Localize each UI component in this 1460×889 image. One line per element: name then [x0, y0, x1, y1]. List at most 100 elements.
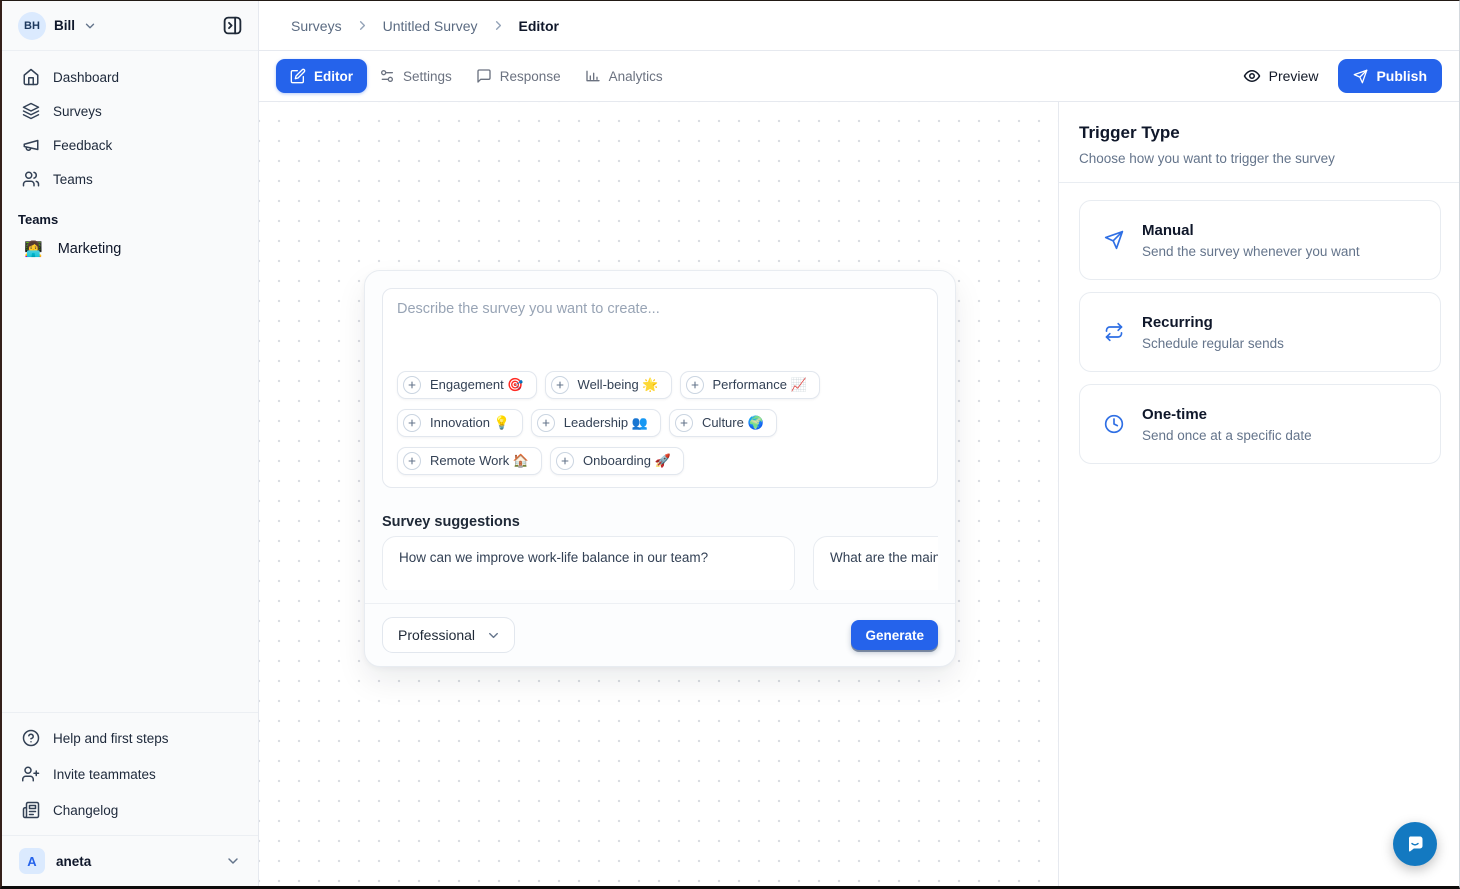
trigger-panel-header: Trigger Type Choose how you want to trig…	[1059, 102, 1459, 183]
plus-circle-icon	[675, 414, 693, 432]
generate-button[interactable]: Generate	[851, 620, 938, 650]
sidebar-item-dashboard[interactable]: Dashboard	[14, 60, 246, 94]
tab-response[interactable]: Response	[464, 59, 573, 93]
newspaper-icon	[22, 801, 40, 819]
sidebar-item-label: Help and first steps	[53, 731, 169, 746]
layers-icon	[22, 102, 40, 120]
sidebar-collapse-button[interactable]	[220, 13, 245, 38]
sidebar-item-feedback[interactable]: Feedback	[14, 128, 246, 162]
account-avatar: A	[19, 848, 45, 874]
pen-square-icon	[290, 68, 306, 84]
chip-label: Leadership 👥	[564, 415, 648, 431]
users-icon	[22, 170, 40, 188]
chevron-down-icon	[225, 853, 241, 869]
trigger-option-manual[interactable]: Manual Send the survey whenever you want	[1079, 200, 1441, 280]
composer-footer: Professional Generate	[365, 603, 955, 666]
sidebar-item-invite[interactable]: Invite teammates	[14, 756, 246, 792]
bar-chart-icon	[585, 68, 601, 84]
suggestion-card[interactable]: How can we improve work-life balance in …	[382, 536, 795, 590]
tone-select[interactable]: Professional	[382, 617, 515, 653]
chip-label: Remote Work 🏠	[430, 453, 529, 469]
plus-circle-icon	[403, 376, 421, 394]
option-description: Send once at a specific date	[1142, 428, 1312, 443]
panel-title: Trigger Type	[1079, 123, 1439, 143]
eye-icon	[1243, 67, 1261, 85]
suggestion-card[interactable]: What are the main ob	[813, 536, 938, 590]
breadcrumb: Surveys Untitled Survey Editor	[259, 1, 1459, 51]
topic-chip-engagement[interactable]: Engagement 🎯	[397, 371, 537, 399]
trigger-type-panel: Trigger Type Choose how you want to trig…	[1059, 102, 1459, 886]
publish-button[interactable]: Publish	[1338, 59, 1442, 93]
app-window: BH Bill Dashboard	[0, 0, 1460, 889]
account-name: aneta	[56, 854, 91, 869]
topic-chip-leadership[interactable]: Leadership 👥	[531, 409, 661, 437]
plus-circle-icon	[551, 376, 569, 394]
tone-value: Professional	[398, 627, 475, 643]
breadcrumb-surveys[interactable]: Surveys	[291, 18, 342, 34]
tab-label: Response	[500, 69, 561, 84]
trigger-option-one-time[interactable]: One-time Send once at a specific date	[1079, 384, 1441, 464]
survey-prompt-input[interactable]	[397, 301, 923, 363]
option-description: Send the survey whenever you want	[1142, 244, 1360, 259]
plus-circle-icon	[537, 414, 555, 432]
chip-label: Innovation 💡	[430, 415, 510, 431]
team-label: Marketing	[58, 241, 122, 257]
user-plus-icon	[22, 765, 40, 783]
chevron-down-icon	[486, 628, 501, 643]
topic-chip-onboarding[interactable]: Onboarding 🚀	[550, 447, 684, 475]
option-title: Manual	[1142, 222, 1360, 239]
tab-label: Settings	[403, 69, 452, 84]
plus-circle-icon	[403, 452, 421, 470]
suggestions-scroller[interactable]: How can we improve work-life balance in …	[382, 536, 938, 590]
sidebar-footer-nav: Help and first steps Invite teammates Ch…	[2, 712, 258, 835]
sidebar-team-marketing[interactable]: 👩‍💻 Marketing	[2, 231, 258, 267]
sidebar-item-changelog[interactable]: Changelog	[14, 792, 246, 828]
workspace-switcher[interactable]: BH Bill	[2, 1, 258, 51]
topic-chip-culture[interactable]: Culture 🌍	[669, 409, 777, 437]
sidebar-item-teams[interactable]: Teams	[14, 162, 246, 196]
sidebar-item-label: Teams	[53, 172, 93, 187]
survey-composer-card: Engagement 🎯 Well-being 🌟 Performance 📈 …	[364, 270, 956, 667]
topic-chip-performance[interactable]: Performance 📈	[680, 371, 820, 399]
plus-circle-icon	[686, 376, 704, 394]
workspace-avatar: BH	[18, 12, 46, 40]
tab-settings[interactable]: Settings	[367, 59, 464, 93]
preview-button[interactable]: Preview	[1243, 67, 1319, 85]
tab-analytics[interactable]: Analytics	[573, 59, 675, 93]
topic-chips: Engagement 🎯 Well-being 🌟 Performance 📈 …	[397, 363, 923, 475]
editor-canvas: Engagement 🎯 Well-being 🌟 Performance 📈 …	[259, 102, 1059, 886]
sidebar-item-surveys[interactable]: Surveys	[14, 94, 246, 128]
team-emoji-icon: 👩‍💻	[24, 240, 43, 258]
sidebar-item-label: Surveys	[53, 104, 102, 119]
chevron-right-icon	[355, 18, 370, 33]
tab-label: Editor	[314, 69, 353, 84]
editor-toolbar: Editor Settings Response Analytics	[259, 51, 1459, 102]
tab-editor[interactable]: Editor	[276, 59, 367, 93]
publish-label: Publish	[1376, 68, 1427, 84]
chat-bubble-smile-icon	[1403, 832, 1427, 856]
teams-section-label: Teams	[2, 196, 258, 231]
suggestions-title: Survey suggestions	[382, 514, 938, 530]
megaphone-icon	[22, 136, 40, 154]
chat-launcher-button[interactable]	[1393, 822, 1437, 866]
chip-label: Well-being 🌟	[578, 377, 659, 393]
chip-label: Performance 📈	[713, 377, 807, 393]
topic-chip-innovation[interactable]: Innovation 💡	[397, 409, 523, 437]
sidebar-item-help[interactable]: Help and first steps	[14, 720, 246, 756]
topic-chip-well-being[interactable]: Well-being 🌟	[545, 371, 672, 399]
topic-chip-remote-work[interactable]: Remote Work 🏠	[397, 447, 542, 475]
trigger-option-recurring[interactable]: Recurring Schedule regular sends	[1079, 292, 1441, 372]
breadcrumb-untitled-survey[interactable]: Untitled Survey	[383, 18, 478, 34]
help-circle-icon	[22, 729, 40, 747]
account-menu[interactable]: A aneta	[2, 835, 258, 886]
panel-right-icon	[222, 15, 243, 36]
home-icon	[22, 68, 40, 86]
chip-label: Culture 🌍	[702, 415, 764, 431]
plus-circle-icon	[556, 452, 574, 470]
chevron-right-icon	[491, 18, 506, 33]
sidebar-item-label: Dashboard	[53, 70, 119, 85]
send-icon	[1104, 230, 1124, 250]
sidebar: BH Bill Dashboard	[2, 1, 259, 886]
send-icon	[1353, 69, 1368, 84]
clock-icon	[1104, 414, 1124, 434]
